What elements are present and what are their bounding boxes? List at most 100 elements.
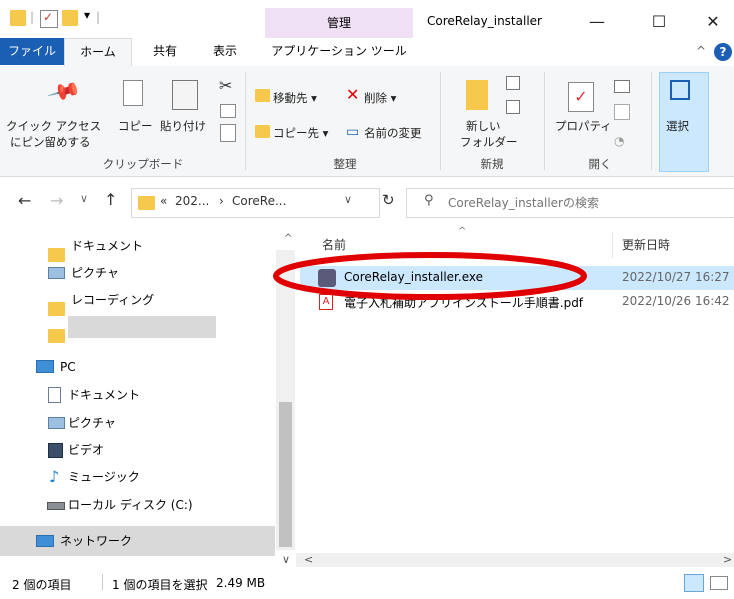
edit-icon[interactable] (614, 104, 630, 120)
nav-item-label: ドキュメント (68, 388, 141, 402)
separator: | (96, 10, 101, 24)
back-icon[interactable]: ← (18, 191, 31, 210)
status-divider (102, 574, 103, 590)
properties-icon: ✓ (568, 82, 594, 112)
nav-item-label: ビデオ (68, 443, 105, 457)
minimize-button[interactable]: — (574, 8, 620, 36)
history-icon[interactable]: ◔ (614, 134, 624, 148)
copy-icon (123, 80, 143, 106)
tab-file[interactable]: ファイル (0, 38, 64, 65)
large-icons-view-icon[interactable] (710, 576, 728, 590)
nav-item-pictures[interactable]: ピクチャ (0, 258, 270, 288)
forward-icon[interactable]: → (50, 191, 63, 210)
new-item-icon[interactable] (506, 76, 520, 90)
properties-quick-icon[interactable]: ✓ (40, 10, 58, 28)
copy-to-button[interactable]: コピー先 ▾ (273, 125, 328, 141)
cut-icon[interactable]: ✂ (219, 76, 232, 95)
group-divider (544, 72, 545, 170)
nav-scrollbar-thumb[interactable] (279, 402, 292, 547)
paste-icon (172, 80, 198, 110)
recent-locations-icon[interactable]: ∨ (80, 192, 88, 205)
close-button[interactable]: ✕ (690, 8, 734, 36)
refresh-icon[interactable]: ↻ (382, 191, 395, 209)
disk-icon (47, 502, 65, 510)
up-icon[interactable]: ↑ (104, 190, 117, 209)
pictures-icon (48, 417, 65, 429)
paste-shortcut-icon[interactable] (220, 124, 236, 142)
network-icon (36, 535, 54, 547)
file-modified: 2022/10/26 16:42 (622, 294, 730, 308)
folder-icon (48, 320, 65, 350)
open-icon[interactable] (614, 80, 630, 93)
nav-item-documents[interactable]: ドキュメント (0, 231, 270, 262)
column-divider[interactable] (612, 232, 613, 258)
clipboard-group-label: クリップボード (102, 157, 184, 171)
nav-item-label: PC (60, 360, 76, 374)
annotation-ellipse (273, 252, 587, 300)
scroll-down-icon[interactable]: ∨ (282, 553, 290, 566)
tab-home[interactable]: ホーム (64, 38, 132, 67)
group-divider (245, 72, 246, 170)
nav-item-redacted[interactable] (0, 312, 270, 343)
new-folder-label-1[interactable]: 新しい (466, 118, 501, 134)
status-size: 2.49 MB (216, 576, 266, 590)
status-item-count: 2 個の項目 (12, 578, 72, 592)
collapse-ribbon-icon[interactable]: ^ (696, 44, 706, 58)
scroll-up-icon[interactable]: ^ (284, 233, 292, 244)
nav-item-pc-pictures[interactable]: ピクチャ (0, 408, 270, 438)
nav-item-recordings[interactable]: レコーディング (0, 285, 270, 316)
open-group-label: 開く (588, 157, 612, 171)
copy-to-icon (255, 124, 270, 138)
nav-item-network[interactable]: ネットワーク (0, 526, 275, 556)
scroll-right-icon[interactable]: > (723, 553, 732, 566)
folder-icon (138, 195, 155, 210)
tab-view[interactable]: 表示 (200, 38, 250, 65)
nav-item-pc-music[interactable]: ♪ ミュージック (0, 462, 270, 492)
nav-item-label: レコーディング (71, 293, 155, 307)
file-modified: 2022/10/27 16:27 (622, 270, 730, 284)
pin-quick-access-label-1[interactable]: クイック アクセス (6, 118, 101, 134)
move-to-button[interactable]: 移動先 ▾ (273, 90, 317, 106)
documents-icon (48, 387, 61, 403)
file-list-hscrollbar[interactable] (296, 553, 734, 567)
status-selection: 1 個の項目を選択 (112, 578, 208, 592)
select-button[interactable]: 選択 (666, 118, 689, 134)
delete-button[interactable]: 削除 ▾ (364, 90, 396, 106)
tab-share[interactable]: 共有 (140, 38, 190, 65)
new-folder-label-2[interactable]: フォルダー (460, 134, 518, 150)
easy-access-icon[interactable] (506, 100, 520, 114)
paste-button[interactable]: 貼り付け (160, 118, 206, 134)
copy-path-icon[interactable] (220, 104, 236, 118)
maximize-button[interactable]: ☐ (636, 8, 682, 36)
nav-item-label: ピクチャ (71, 266, 119, 280)
help-icon[interactable]: ? (714, 43, 732, 61)
video-icon (48, 443, 63, 458)
breadcrumb-crumb-2[interactable]: CoreRe... (232, 194, 286, 208)
music-icon: ♪ (49, 467, 60, 486)
nav-item-label: ミュージック (68, 470, 140, 484)
column-header-modified[interactable]: 更新日時 (622, 236, 670, 253)
pictures-icon (48, 267, 65, 279)
breadcrumb-separator: › (219, 194, 224, 208)
sort-ascending-icon: ^ (458, 226, 467, 237)
new-folder-quick-icon[interactable] (62, 10, 78, 26)
nav-item-pc-videos[interactable]: ビデオ (0, 435, 270, 465)
separator: | (30, 10, 35, 24)
nav-item-pc[interactable]: PC (0, 352, 270, 382)
tab-application-tools[interactable]: アプリケーション ツール (265, 38, 413, 65)
nav-item-local-disk[interactable]: ローカル ディスク (C:) (0, 490, 270, 520)
organize-group-label: 整理 (333, 157, 357, 171)
pin-quick-access-label-2[interactable]: にピン留めする (10, 134, 91, 150)
breadcrumb-crumb-1[interactable]: 202... (175, 194, 209, 208)
breadcrumb-prefix[interactable]: « (160, 194, 167, 208)
scroll-left-icon[interactable]: < (304, 553, 313, 566)
properties-button[interactable]: プロパティ (555, 118, 612, 134)
rename-button[interactable]: 名前の変更 (364, 125, 422, 141)
copy-button[interactable]: コピー (118, 118, 153, 134)
folder-icon (10, 10, 26, 26)
search-input[interactable] (446, 190, 730, 216)
quick-access-dropdown-icon[interactable]: ▾ (84, 8, 90, 22)
details-view-icon[interactable] (684, 574, 704, 592)
nav-item-pc-documents[interactable]: ドキュメント (0, 380, 270, 410)
address-dropdown-icon[interactable]: ∨ (344, 193, 352, 206)
